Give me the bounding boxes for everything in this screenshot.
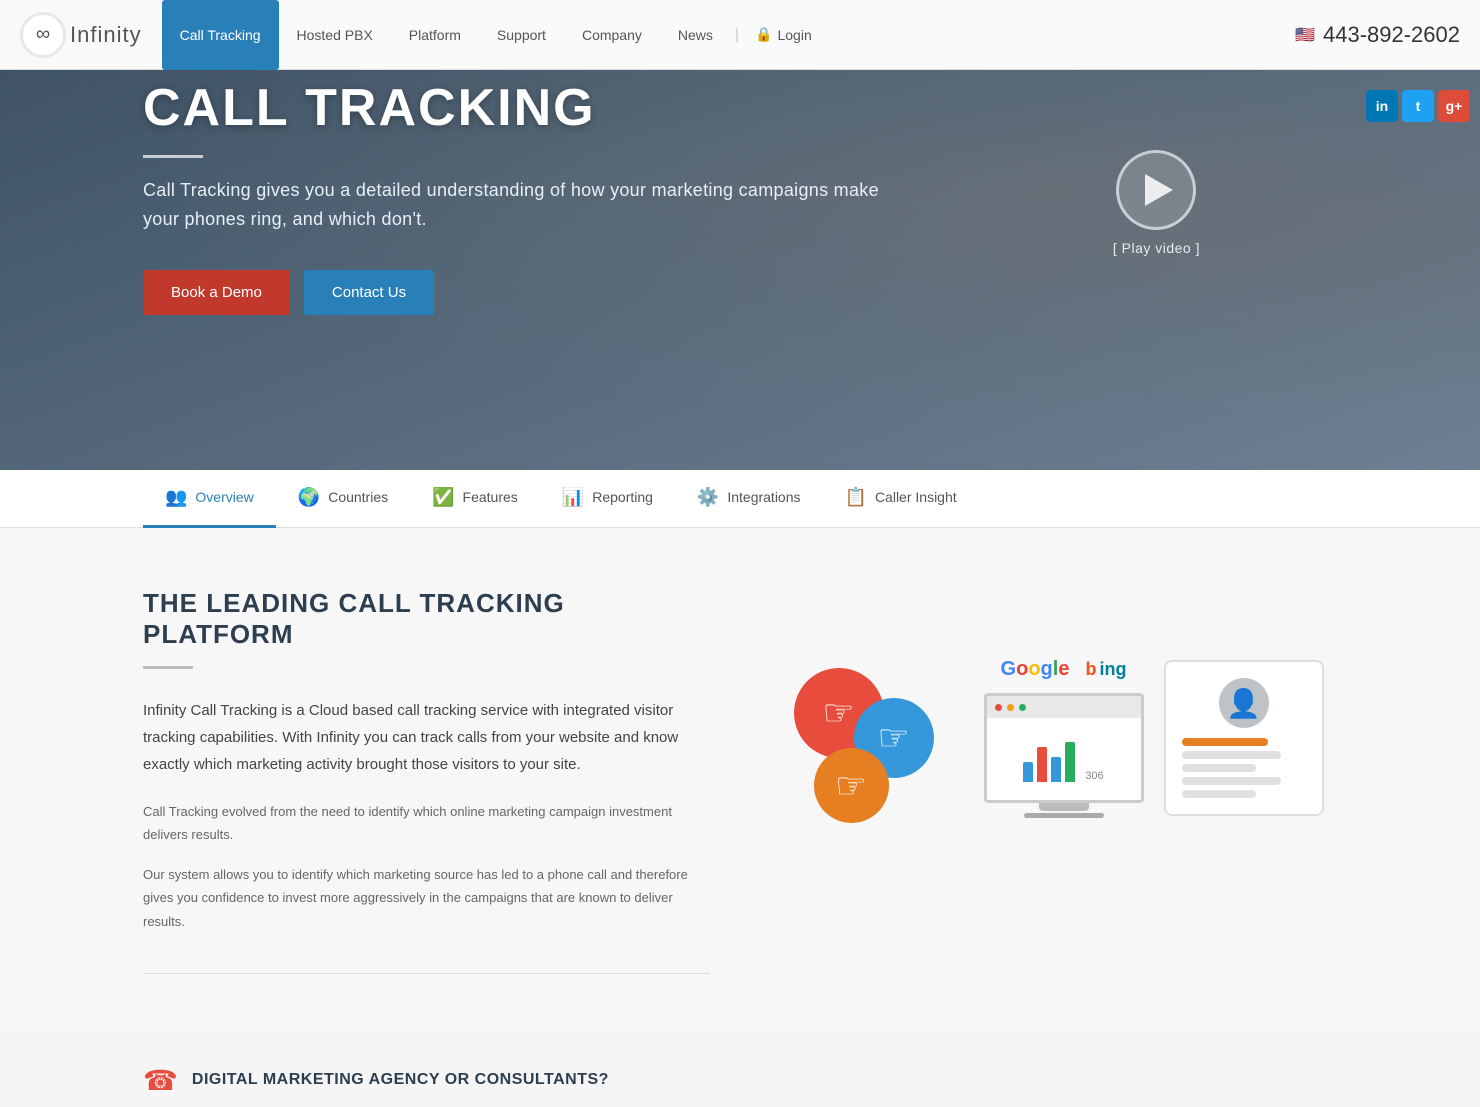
logo-symbol: ∞: [20, 12, 66, 58]
main-lead-paragraph: Infinity Call Tracking is a Cloud based …: [143, 697, 710, 778]
tab-caller-insight[interactable]: 📋 Caller Insight: [823, 470, 979, 528]
tab-integrations-label: Integrations: [727, 489, 800, 505]
nav-hosted-pbx[interactable]: Hosted PBX: [279, 0, 391, 70]
bar-4: [1065, 742, 1075, 782]
twitter-icon[interactable]: t: [1402, 90, 1434, 122]
caller-insight-icon: 📋: [845, 487, 867, 508]
person-line-5: [1182, 790, 1256, 798]
hero-section: in t g+ CALL TRACKING Call Tracking give…: [0, 0, 1480, 470]
person-line-4: [1182, 777, 1281, 785]
tab-integrations[interactable]: ⚙️ Integrations: [675, 470, 823, 528]
tab-countries[interactable]: 🌍 Countries: [276, 470, 410, 528]
nav-links: Call Tracking Hosted PBX Platform Suppor…: [162, 0, 1295, 70]
person-line-3: [1182, 764, 1256, 772]
person-avatar: 👤: [1219, 678, 1269, 728]
lock-icon: 🔒: [755, 26, 772, 43]
fingerprint-group: ☞ ☞ ☞: [784, 638, 964, 838]
countries-icon: 🌍: [298, 487, 320, 508]
main-paragraph-2: Our system allows you to identify which …: [143, 863, 710, 933]
logo-text: Infinity: [70, 22, 142, 48]
google-logo: Google: [1001, 658, 1070, 681]
main-layout: THE LEADING CALL TRACKING PLATFORM Infin…: [143, 588, 1337, 974]
nav-news[interactable]: News: [660, 0, 731, 70]
features-icon: ✅: [432, 487, 454, 508]
main-text-block: THE LEADING CALL TRACKING PLATFORM Infin…: [143, 588, 710, 974]
nav-phone: 🇺🇸 443-892-2602: [1295, 22, 1480, 48]
nav-call-tracking[interactable]: Call Tracking: [162, 0, 279, 70]
tab-features[interactable]: ✅ Features: [410, 470, 540, 528]
hero-divider: [143, 155, 203, 158]
section-divider: [143, 666, 193, 669]
video-label: [ Play video ]: [1113, 240, 1200, 256]
person-line-1: [1182, 738, 1269, 746]
section-title: THE LEADING CALL TRACKING PLATFORM: [143, 588, 710, 650]
linkedin-icon[interactable]: in: [1366, 90, 1398, 122]
nav-login[interactable]: 🔒 Login: [743, 26, 824, 43]
navigation-bar: ∞ Infinity Call Tracking Hosted PBX Plat…: [0, 0, 1480, 70]
login-label: Login: [777, 27, 811, 43]
integrations-icon: ⚙️: [697, 487, 719, 508]
hero-buttons: Book a Demo Contact Us: [143, 270, 1480, 315]
logo-infinity-symbol: ∞: [36, 23, 50, 46]
tab-reporting[interactable]: 📊 Reporting: [540, 470, 675, 528]
googleplus-icon[interactable]: g+: [1438, 90, 1470, 122]
tab-caller-insight-label: Caller Insight: [875, 489, 957, 505]
person-line-2: [1182, 751, 1281, 759]
tab-countries-label: Countries: [328, 489, 388, 505]
fingerprint-icon-3: ☞: [814, 748, 889, 823]
person-info-lines: [1182, 738, 1306, 798]
social-bar: in t g+: [1366, 90, 1470, 122]
book-demo-button[interactable]: Book a Demo: [143, 270, 290, 315]
contact-us-button[interactable]: Contact Us: [304, 270, 434, 315]
monitor-bar: [987, 696, 1141, 718]
dot-red: [995, 704, 1002, 711]
nav-divider: |: [731, 26, 743, 44]
main-section-divider: [143, 973, 710, 974]
bottom-teaser: ☎ Digital Marketing Agency or Consultant…: [0, 1034, 1480, 1107]
monitor: 306: [984, 693, 1144, 803]
monitor-stand: [1039, 803, 1089, 811]
tab-overview-label: Overview: [195, 489, 253, 505]
hero-subtitle: Call Tracking gives you a detailed under…: [143, 176, 903, 234]
person-card: 👤: [1164, 660, 1324, 816]
bar-1: [1023, 762, 1033, 782]
nav-company[interactable]: Company: [564, 0, 660, 70]
main-section: THE LEADING CALL TRACKING PLATFORM Infin…: [0, 528, 1480, 1034]
teaser-title: Digital Marketing Agency or Consultants?: [192, 1071, 609, 1089]
play-icon: [1145, 174, 1173, 206]
monitor-content: 306: [1015, 729, 1111, 790]
search-engine-logos: Google bing: [1001, 658, 1127, 681]
bar-3: [1051, 757, 1061, 782]
tabs-navigation: 👥 Overview 🌍 Countries ✅ Features 📊 Repo…: [0, 470, 1480, 528]
tab-overview[interactable]: 👥 Overview: [143, 470, 276, 528]
main-paragraph-1: Call Tracking evolved from the need to i…: [143, 800, 710, 847]
tab-reporting-label: Reporting: [592, 489, 653, 505]
bing-logo: bing: [1085, 659, 1126, 680]
dot-green: [1019, 704, 1026, 711]
bar-chart: [1023, 737, 1075, 782]
illustration-area: ☞ ☞ ☞ Google bing: [770, 588, 1337, 888]
tab-features-label: Features: [463, 489, 518, 505]
reporting-icon: 📊: [562, 487, 584, 508]
phone-number: 443-892-2602: [1323, 22, 1460, 48]
video-play-button[interactable]: [ Play video ]: [1113, 150, 1200, 256]
monitor-base: [1024, 813, 1104, 818]
overview-icon: 👥: [165, 487, 187, 508]
desktop-group: Google bing: [984, 658, 1144, 818]
bar-2: [1037, 747, 1047, 782]
video-circle: [1116, 150, 1196, 230]
dot-yellow: [1007, 704, 1014, 711]
nav-support[interactable]: Support: [479, 0, 564, 70]
logo[interactable]: ∞ Infinity: [0, 12, 162, 58]
hero-title: CALL TRACKING: [143, 80, 1480, 137]
flag-icon: 🇺🇸: [1295, 25, 1315, 45]
teaser-icon: ☎: [143, 1064, 178, 1097]
monitor-number: 306: [1085, 770, 1103, 782]
nav-platform[interactable]: Platform: [391, 0, 479, 70]
